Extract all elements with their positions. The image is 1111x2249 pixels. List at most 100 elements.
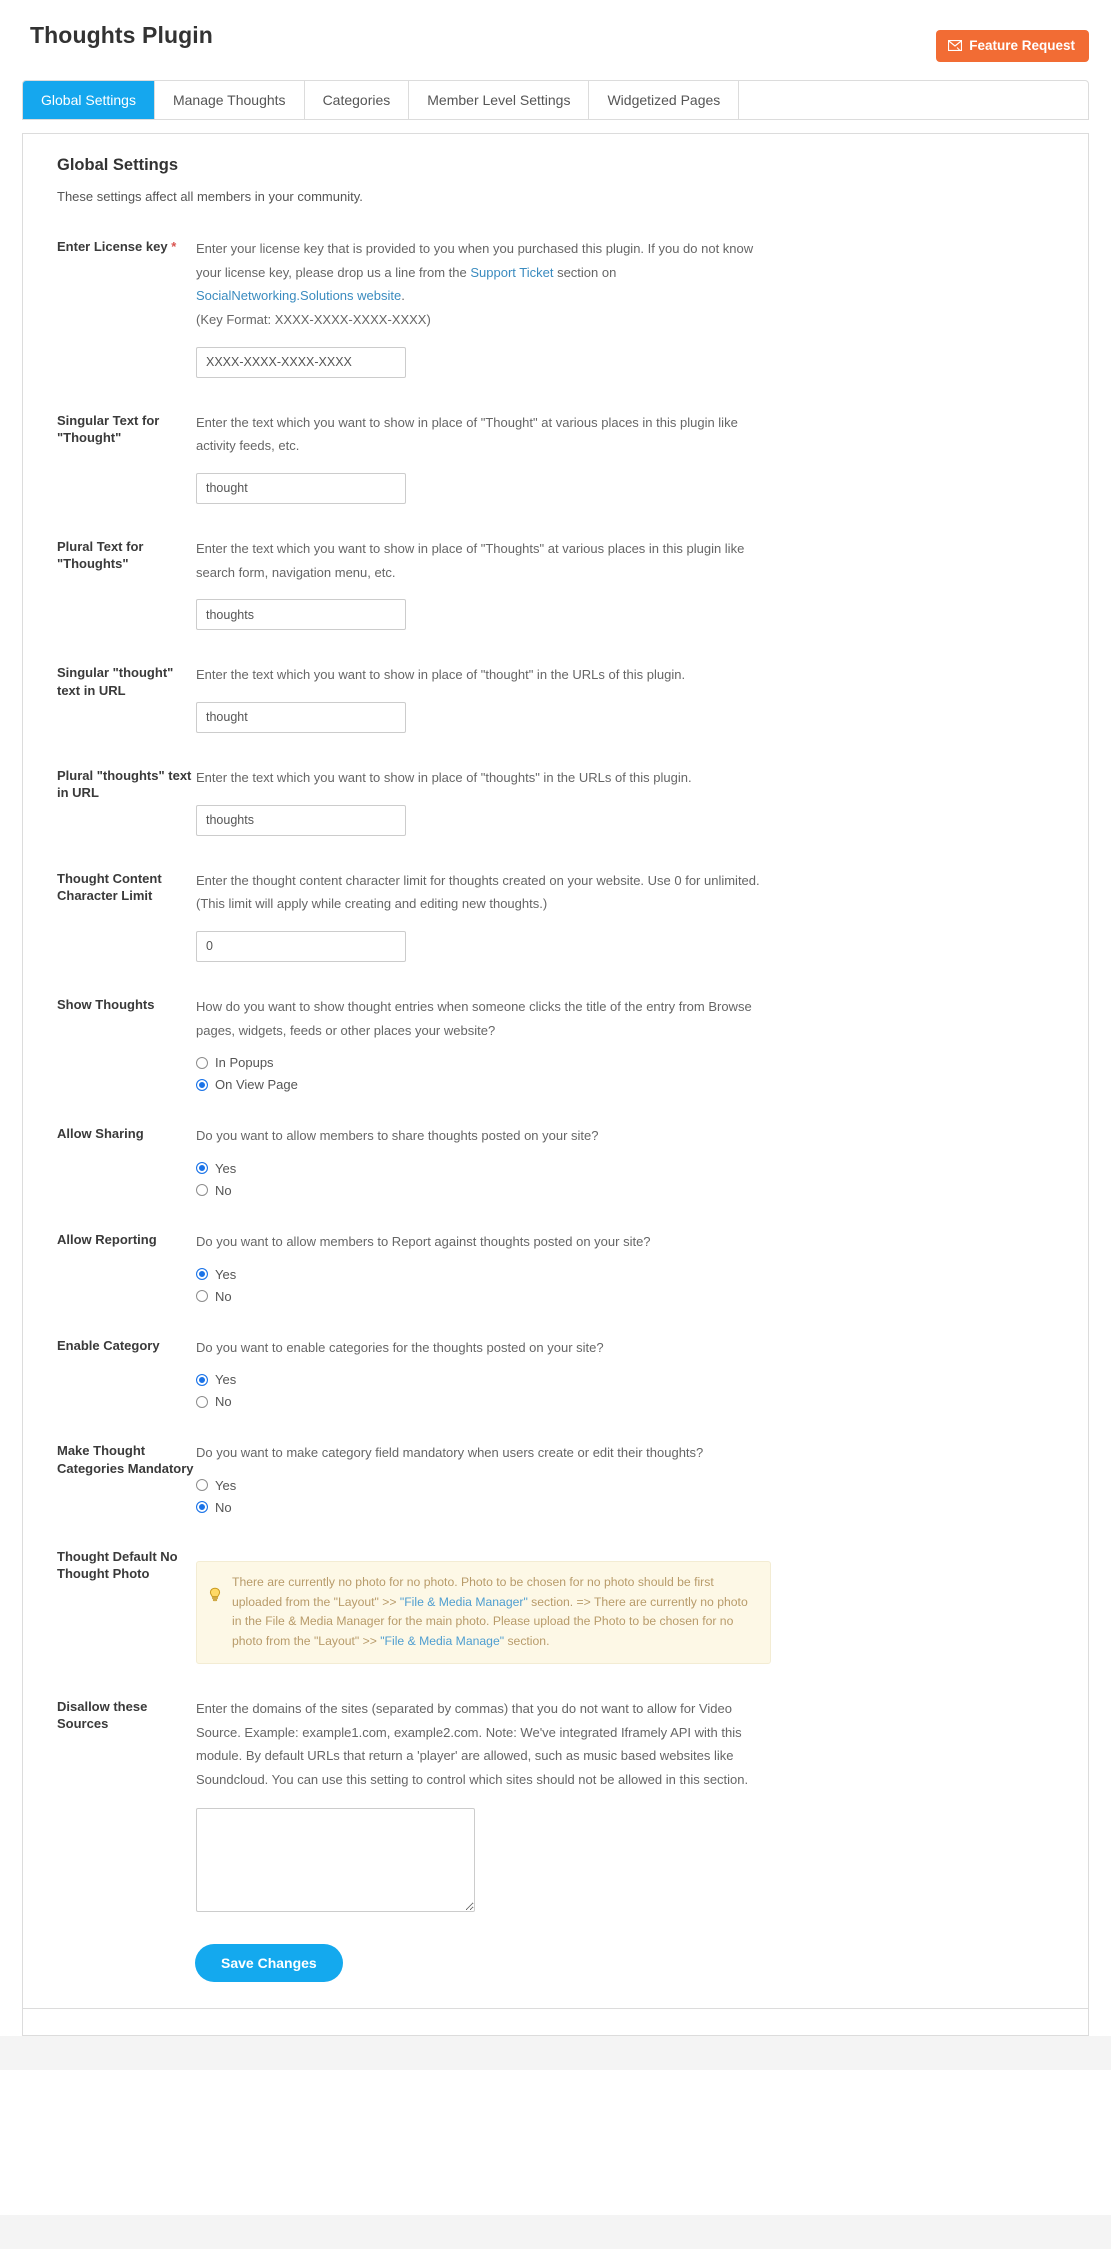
field-row-allow-reporting: Allow Reporting Do you want to allow mem… — [45, 1230, 1066, 1303]
notice-part3: section. — [504, 1634, 550, 1649]
radio-button-enable-category-no[interactable] — [196, 1395, 208, 1408]
save-changes-button[interactable]: Save Changes — [195, 1943, 343, 1982]
field-row-show-thoughts: Show Thoughts How do you want to show th… — [45, 995, 1066, 1091]
tab-categories[interactable]: Categories — [305, 81, 410, 119]
page-title: Thoughts Plugin — [30, 22, 213, 48]
radio-button-on-view-page[interactable] — [196, 1078, 208, 1091]
field-row-default-photo: Thought Default No Thought Photo There a… — [45, 1547, 1066, 1664]
field-row-singular-text: Singular Text for "Thought" Enter the te… — [45, 411, 1066, 504]
field-label-show-thoughts: Show Thoughts — [57, 996, 155, 1012]
settings-panel: Global Settings These settings affect al… — [22, 133, 1089, 2036]
field-label-plural-url: Plural "thoughts" text in URL — [57, 767, 192, 801]
field-desc-singular-text: Enter the text which you want to show in… — [196, 414, 738, 454]
field-body-plural-url: Enter the text which you want to show in… — [195, 766, 1066, 836]
field-body-show-thoughts: How do you want to show thought entries … — [195, 995, 1066, 1091]
field-body-plural-text: Enter the text which you want to show in… — [195, 537, 1066, 631]
plural-url-input[interactable] — [196, 804, 406, 836]
radio-button-allow-sharing-yes[interactable] — [196, 1162, 208, 1175]
radio-label-in-popups: In Popups — [215, 1055, 274, 1071]
radio-button-allow-reporting-yes[interactable] — [196, 1268, 208, 1280]
radio-label-allow-sharing-no: No — [215, 1182, 232, 1198]
license-key-format: (Key Format: XXXX-XXXX-XXXX-XXXX) — [196, 311, 431, 327]
radio-group-categories-mandatory: Yes No — [196, 1479, 1066, 1514]
license-desc-part2: section on — [553, 264, 617, 280]
singular-url-input[interactable] — [196, 701, 406, 733]
field-desc-show-thoughts: How do you want to show thought entries … — [196, 998, 752, 1038]
panel-subtitle: These settings affect all members in you… — [57, 189, 363, 204]
radio-label-categories-mandatory-yes: Yes — [215, 1477, 237, 1493]
feature-request-button[interactable]: Feature Request — [936, 30, 1089, 62]
field-desc-enable-category: Do you want to enable categories for the… — [196, 1339, 604, 1355]
field-desc-singular-url: Enter the text which you want to show in… — [196, 667, 686, 683]
required-marker: * — [171, 239, 177, 254]
radio-label-allow-reporting-yes: Yes — [215, 1266, 237, 1282]
field-desc-char-limit: Enter the thought content character limi… — [196, 869, 771, 916]
radio-option-on-view-page[interactable]: On View Page — [196, 1078, 1066, 1091]
license-key-input[interactable] — [196, 346, 406, 378]
singular-text-input[interactable] — [196, 472, 406, 504]
field-body-enable-category: Do you want to enable categories for the… — [195, 1336, 1066, 1408]
radio-button-categories-mandatory-yes[interactable] — [196, 1479, 208, 1492]
field-body-categories-mandatory: Do you want to make category field manda… — [195, 1441, 1066, 1514]
radio-button-allow-reporting-no[interactable] — [196, 1290, 208, 1302]
field-label-default-photo: Thought Default No Thought Photo — [57, 1548, 178, 1582]
field-body-allow-reporting: Do you want to allow members to Report a… — [195, 1230, 1066, 1303]
socialnetworking-solutions-link[interactable]: SocialNetworking.Solutions website — [196, 288, 401, 303]
field-row-disallow-sources: Disallow these Sources Enter the domains… — [45, 1697, 1066, 1912]
field-row-plural-text: Plural Text for "Thoughts" Enter the tex… — [45, 537, 1066, 631]
tab-global-settings[interactable]: Global Settings — [23, 81, 155, 119]
plural-text-input[interactable] — [196, 599, 406, 631]
radio-button-in-popups[interactable] — [196, 1056, 208, 1069]
radio-group-enable-category: Yes No — [196, 1373, 1066, 1408]
radio-option-allow-sharing-yes[interactable]: Yes — [196, 1162, 1066, 1175]
field-row-license: Enter License key * Enter your license k… — [45, 237, 1066, 378]
radio-option-enable-category-yes[interactable]: Yes — [196, 1373, 1066, 1386]
field-desc-categories-mandatory: Do you want to make category field manda… — [196, 1445, 704, 1461]
support-ticket-link[interactable]: Support Ticket — [470, 265, 553, 280]
radio-label-allow-reporting-no: No — [215, 1288, 232, 1304]
save-button-row: Save Changes — [45, 1943, 1066, 1986]
tab-manage-thoughts[interactable]: Manage Thoughts — [155, 81, 305, 119]
license-desc-part3: . — [401, 288, 405, 304]
radio-label-allow-sharing-yes: Yes — [215, 1160, 237, 1176]
radio-option-allow-reporting-yes[interactable]: Yes — [196, 1268, 1066, 1281]
radio-label-enable-category-no: No — [215, 1394, 232, 1410]
field-desc-license: Enter your license key that is provided … — [196, 237, 771, 332]
field-label-char-limit: Thought Content Character Limit — [57, 870, 162, 904]
char-limit-desc-line2: (This limit will apply while creating an… — [196, 896, 548, 912]
field-label-categories-mandatory: Make Thought Categories Mandatory — [57, 1443, 194, 1476]
lightbulb-icon — [208, 1587, 224, 1608]
field-row-categories-mandatory: Make Thought Categories Mandatory Do you… — [45, 1441, 1066, 1514]
file-media-manager-link-1[interactable]: "File & Media Manager" — [400, 1595, 528, 1609]
field-label-license-text: Enter License key — [57, 239, 168, 254]
radio-label-categories-mandatory-no: No — [215, 1499, 232, 1515]
radio-option-enable-category-no[interactable]: No — [196, 1395, 1066, 1408]
tab-member-level-settings[interactable]: Member Level Settings — [409, 81, 590, 119]
tab-widgetized-pages[interactable]: Widgetized Pages — [589, 81, 740, 119]
field-label-singular-url: Singular "thought" text in URL — [57, 665, 174, 698]
field-body-singular-url: Enter the text which you want to show in… — [195, 663, 1066, 733]
radio-option-categories-mandatory-yes[interactable]: Yes — [196, 1479, 1066, 1492]
radio-option-in-popups[interactable]: In Popups — [196, 1056, 1066, 1069]
radio-button-allow-sharing-no[interactable] — [196, 1184, 208, 1197]
field-body-singular-text: Enter the text which you want to show in… — [195, 411, 1066, 504]
char-limit-input[interactable] — [196, 930, 406, 962]
field-label-singular-text: Singular Text for "Thought" — [57, 412, 160, 446]
page-bottom-strip — [0, 2035, 1111, 2070]
radio-option-categories-mandatory-no[interactable]: No — [196, 1501, 1066, 1514]
radio-button-enable-category-yes[interactable] — [196, 1373, 208, 1386]
panel-footer-divider — [23, 2007, 1088, 2009]
feature-request-label: Feature Request — [969, 38, 1075, 53]
disallow-sources-textarea[interactable] — [196, 1807, 475, 1912]
field-body-allow-sharing: Do you want to allow members to share th… — [195, 1124, 1066, 1197]
field-desc-allow-sharing: Do you want to allow members to share th… — [196, 1128, 599, 1144]
radio-option-allow-reporting-no[interactable]: No — [196, 1290, 1066, 1303]
field-row-allow-sharing: Allow Sharing Do you want to allow membe… — [45, 1124, 1066, 1197]
radio-option-allow-sharing-no[interactable]: No — [196, 1184, 1066, 1197]
field-desc-plural-text: Enter the text which you want to show in… — [196, 540, 745, 580]
radio-button-categories-mandatory-no[interactable] — [196, 1501, 208, 1514]
panel-title: Global Settings — [57, 156, 179, 174]
tab-bar: Global Settings Manage Thoughts Categori… — [22, 80, 1089, 120]
file-media-manager-link-2[interactable]: "File & Media Manage" — [380, 1634, 504, 1648]
default-photo-notice-text: There are currently no photo for no phot… — [232, 1573, 756, 1652]
